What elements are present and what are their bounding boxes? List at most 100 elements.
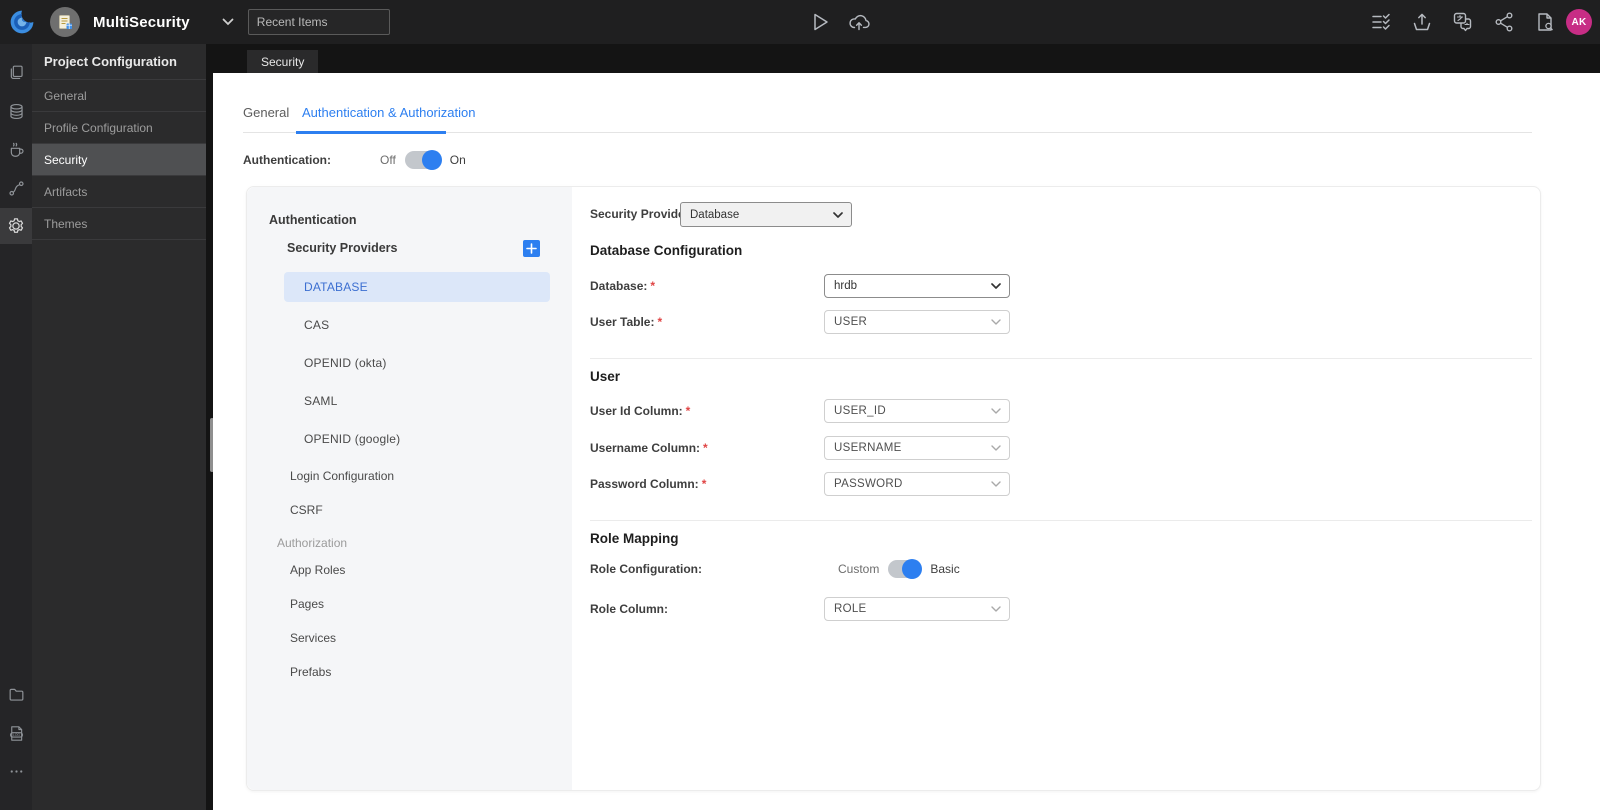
toggle-knob <box>902 559 923 579</box>
share-icon[interactable] <box>1493 11 1515 33</box>
security-providers-header: Security Providers <box>287 241 398 255</box>
svg-text:LOG: LOG <box>13 733 20 737</box>
role-mapping-heading: Role Mapping <box>590 531 679 546</box>
api-icon[interactable] <box>0 170 32 206</box>
user-table-label: User Table: * <box>590 310 662 334</box>
sidebar-item-themes[interactable]: Themes <box>32 208 206 240</box>
user-table-value: USER <box>834 316 868 328</box>
user-table-select[interactable]: USER <box>824 310 1010 334</box>
user-id-column-row: User Id Column: * USER_ID <box>590 399 1532 423</box>
user-heading: User <box>590 369 621 384</box>
database-select[interactable]: hrdb <box>824 274 1010 298</box>
provider-item-database[interactable]: DATABASE <box>284 272 550 302</box>
user-id-column-label: User Id Column: * <box>590 399 690 423</box>
log-icon[interactable]: LOG <box>0 715 32 751</box>
translate-icon[interactable] <box>1452 11 1474 33</box>
sidebar-item-artifacts[interactable]: Artifacts <box>32 176 206 208</box>
password-column-select[interactable]: PASSWORD <box>824 472 1010 496</box>
role-configuration-toggle[interactable] <box>888 559 923 579</box>
project-icon[interactable] <box>50 7 80 37</box>
authentication-section-header: Authentication <box>269 213 357 227</box>
database-icon[interactable] <box>0 93 32 129</box>
security-window-tab[interactable]: Security <box>247 50 319 73</box>
password-column-label: Password Column: * <box>590 472 706 496</box>
role-configuration-row: Role Configuration: Custom Basic <box>590 559 1532 579</box>
project-config-sidebar: Project Configuration General Profile Co… <box>32 44 206 810</box>
toggle-on-label: On <box>449 153 466 167</box>
wavemaker-logo <box>10 10 34 34</box>
provider-form: Security Provider Database Database Conf… <box>590 73 1532 673</box>
nav-item-services[interactable]: Services <box>290 630 336 646</box>
toggle-off-label: Off <box>380 153 396 167</box>
security-nav-panel: Authentication Security Providers DATABA… <box>247 187 572 790</box>
sidebar-item-general[interactable]: General <box>32 80 206 112</box>
recent-items-input[interactable] <box>247 9 390 35</box>
tab-authentication-authorization[interactable]: Authentication & Authorization <box>302 105 475 120</box>
sidebar-item-profile-configuration[interactable]: Profile Configuration <box>32 112 206 144</box>
role-column-value: ROLE <box>834 603 867 615</box>
chevron-down-icon <box>991 319 1001 325</box>
provider-item-saml[interactable]: SAML <box>284 386 550 416</box>
required-asterisk: * <box>685 404 691 418</box>
provider-item-openid-okta[interactable]: OPENID (okta) <box>284 348 550 378</box>
role-column-row: Role Column: ROLE <box>590 597 1532 621</box>
top-bar: MultiSecurity Recent Items AK <box>0 0 1600 44</box>
username-column-value: USERNAME <box>834 442 902 454</box>
role-custom-label: Custom <box>838 562 880 576</box>
required-asterisk: * <box>701 477 707 491</box>
java-icon[interactable] <box>0 131 32 167</box>
role-column-select[interactable]: ROLE <box>824 597 1010 621</box>
password-column-row: Password Column: * PASSWORD <box>590 472 1532 496</box>
more-icon[interactable] <box>0 753 32 789</box>
nav-item-app-roles[interactable]: App Roles <box>290 562 345 578</box>
provider-item-cas[interactable]: CAS <box>284 310 550 340</box>
authentication-label: Authentication: <box>243 153 331 167</box>
password-label-text: Password Column: <box>590 477 699 491</box>
tab-general[interactable]: General <box>243 105 289 120</box>
security-provider-label: Security Provider <box>590 207 690 221</box>
security-provider-row: Security Provider Database <box>590 202 1532 227</box>
user-id-column-select[interactable]: USER_ID <box>824 399 1010 423</box>
security-provider-select[interactable]: Database <box>680 202 852 227</box>
publish-icon[interactable] <box>1411 11 1433 33</box>
section-divider <box>590 520 1532 521</box>
provider-item-openid-google[interactable]: OPENID (google) <box>284 424 550 454</box>
authorization-section-header: Authorization <box>277 536 348 550</box>
checklist-icon[interactable] <box>1370 11 1392 33</box>
chevron-down-icon <box>833 211 843 218</box>
chevron-down-icon <box>991 481 1001 487</box>
username-column-label: Username Column: * <box>590 436 708 460</box>
database-value: hrdb <box>834 280 858 292</box>
security-provider-value: Database <box>690 208 740 221</box>
add-provider-button[interactable] <box>523 240 540 257</box>
section-divider <box>590 358 1532 359</box>
nav-item-pages[interactable]: Pages <box>290 596 324 612</box>
nav-item-prefabs[interactable]: Prefabs <box>290 664 331 680</box>
database-configuration-heading: Database Configuration <box>590 243 743 258</box>
nav-item-login-configuration[interactable]: Login Configuration <box>290 468 394 484</box>
chevron-down-icon <box>991 606 1001 612</box>
run-icon[interactable] <box>808 10 832 34</box>
active-tab-underline <box>296 131 446 134</box>
chevron-down-icon <box>991 283 1001 289</box>
project-name[interactable]: MultiSecurity <box>93 14 190 31</box>
icon-rail: LOG <box>0 44 32 810</box>
required-asterisk: * <box>650 279 656 293</box>
username-column-row: Username Column: * USERNAME <box>590 436 1532 460</box>
username-column-select[interactable]: USERNAME <box>824 436 1010 460</box>
toggle-knob <box>421 150 442 170</box>
file-preview-icon[interactable] <box>1534 11 1556 33</box>
user-id-column-value: USER_ID <box>834 405 886 417</box>
username-label-text: Username Column: <box>590 441 701 455</box>
user-avatar[interactable]: AK <box>1566 9 1592 35</box>
cloud-upload-icon[interactable] <box>847 10 871 34</box>
chevron-down-icon[interactable] <box>222 18 234 26</box>
folder-icon[interactable] <box>0 676 32 712</box>
settings-icon[interactable] <box>0 208 32 244</box>
sidebar-item-security[interactable]: Security <box>32 144 206 176</box>
security-settings-panel: General Authentication & Authorization A… <box>213 73 1600 810</box>
pages-icon[interactable] <box>0 54 32 90</box>
nav-item-csrf[interactable]: CSRF <box>290 502 323 518</box>
authentication-toggle[interactable] <box>404 150 442 170</box>
chevron-down-icon <box>991 408 1001 414</box>
